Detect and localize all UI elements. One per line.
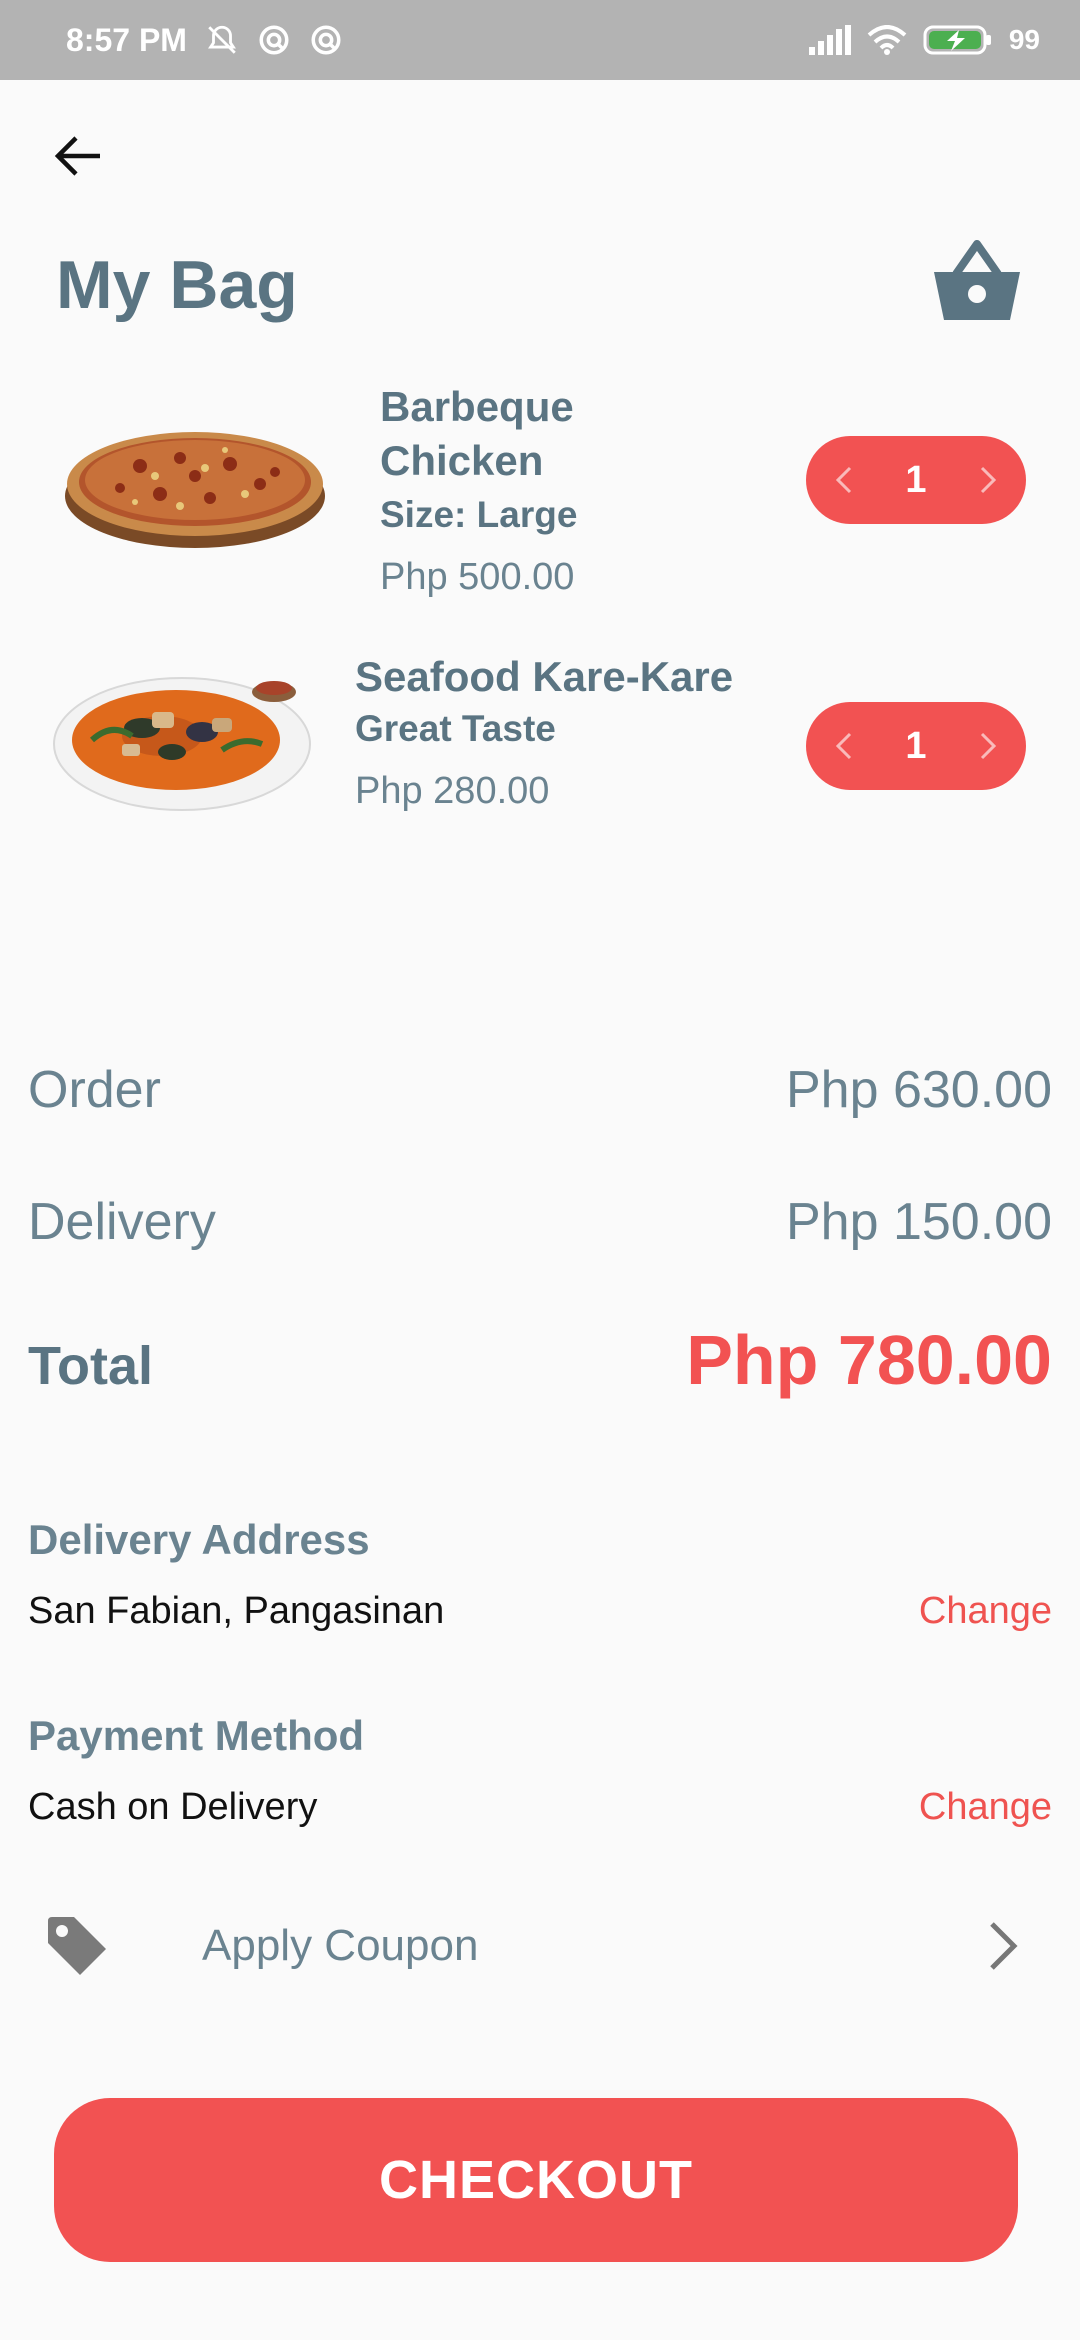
item-name: Barbeque Chicken <box>380 380 574 488</box>
sync-icon <box>259 25 289 55</box>
pizza-image <box>65 432 325 548</box>
back-arrow-icon[interactable] <box>50 128 106 184</box>
quantity-stepper[interactable]: 1 <box>806 702 1026 790</box>
total-row: Total Php 780.00 <box>28 1320 1052 1400</box>
delivery-row: Delivery Php 150.00 <box>28 1192 1052 1252</box>
quantity-value: 1 <box>905 724 927 767</box>
battery-charging-icon <box>923 25 991 55</box>
kare-kare-image <box>53 677 311 811</box>
item-name-line: Barbeque <box>380 383 574 430</box>
screen: 8:57 PM 99 My Bag Barbeque Chicken Size:… <box>0 0 1080 2340</box>
chevron-left-icon[interactable] <box>830 462 858 498</box>
battery-percent: 99 <box>1008 24 1040 55</box>
wifi-icon <box>867 25 907 55</box>
change-payment-link[interactable]: Change <box>919 1786 1052 1829</box>
chevron-right-icon[interactable] <box>974 728 1002 764</box>
item-name-line: Chicken <box>380 437 544 484</box>
chevron-left-icon[interactable] <box>830 728 858 764</box>
item-size: Size: Large <box>380 494 578 535</box>
item-name: Seafood Kare-Kare <box>355 653 734 700</box>
order-label: Order <box>28 1061 161 1119</box>
change-address-link[interactable]: Change <box>919 1590 1052 1633</box>
cart-item[interactable]: Seafood Kare-Kare Great Taste Php 280.00… <box>0 650 1080 830</box>
delivery-address-value: San Fabian, Pangasinan <box>28 1590 445 1632</box>
order-value: Php 630.00 <box>785 1061 1052 1119</box>
payment-method-value: Cash on Delivery <box>28 1786 318 1828</box>
chevron-right-icon[interactable] <box>980 1916 1024 1976</box>
delivery-value: Php 150.00 <box>785 1193 1052 1251</box>
delivery-address-row: San Fabian, Pangasinan Change <box>28 1590 1052 1633</box>
cart-item[interactable]: Barbeque Chicken Size: Large Php 500.00 … <box>0 370 1080 610</box>
apply-coupon-row[interactable]: Apply Coupon <box>44 1906 1024 1986</box>
page-title: My Bag <box>56 247 298 323</box>
basket-icon[interactable] <box>932 238 1022 324</box>
status-bar: 8:57 PM 99 <box>0 0 1080 80</box>
payment-method-title: Payment Method <box>28 1712 365 1759</box>
total-label: Total <box>28 1336 153 1396</box>
status-right: 99 <box>808 24 1040 56</box>
item-detail: Great Taste <box>355 708 556 749</box>
status-time: 8:57 PM <box>66 21 187 58</box>
item-price: Php 280.00 <box>355 770 550 812</box>
order-row: Order Php 630.00 <box>28 1060 1052 1120</box>
total-value: Php 780.00 <box>686 1321 1052 1399</box>
signal-icon <box>808 25 851 55</box>
delivery-address-title: Delivery Address <box>28 1516 370 1563</box>
tag-icon <box>48 1917 106 1975</box>
apply-coupon-label: Apply Coupon <box>202 1921 479 1970</box>
checkout-button[interactable]: CHECKOUT <box>54 2098 1018 2262</box>
chevron-right-icon[interactable] <box>974 462 1002 498</box>
item-price: Php 500.00 <box>380 556 575 598</box>
status-left: 8:57 PM <box>66 22 343 59</box>
quantity-value: 1 <box>905 458 927 501</box>
sync-icon <box>311 25 341 55</box>
delivery-label: Delivery <box>28 1193 216 1251</box>
payment-method-row: Cash on Delivery Change <box>28 1786 1052 1829</box>
mute-bell-icon <box>207 25 236 54</box>
quantity-stepper[interactable]: 1 <box>806 436 1026 524</box>
